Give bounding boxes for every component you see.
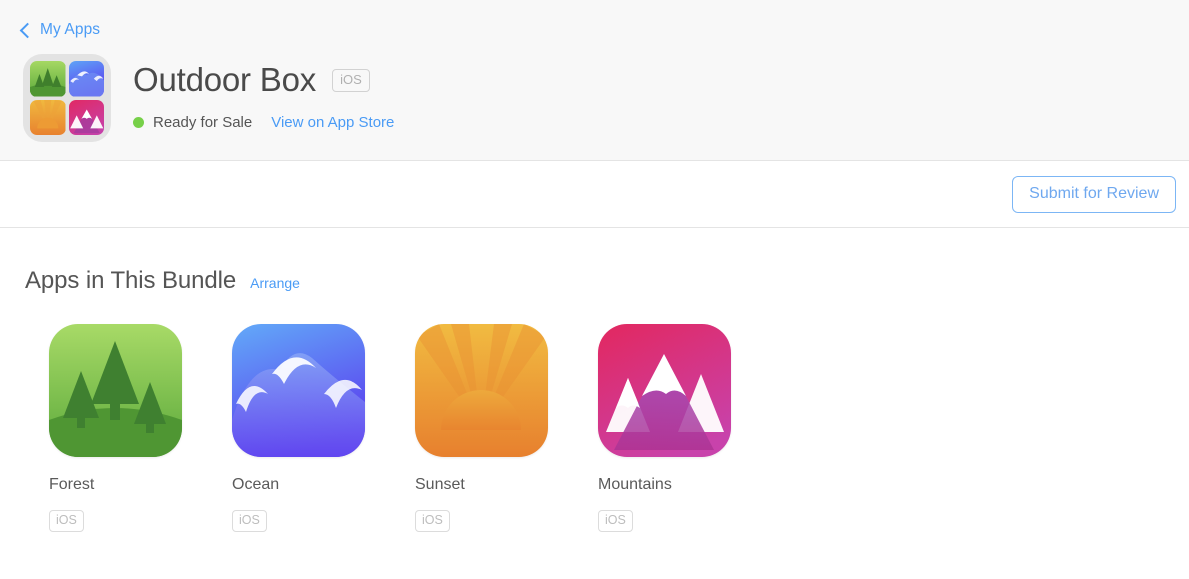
ocean-icon[interactable] — [232, 324, 365, 457]
app-name: Mountains — [598, 476, 672, 493]
bundle-mini-mountains-icon — [68, 99, 104, 135]
mountains-icon[interactable] — [598, 324, 731, 457]
app-name: Ocean — [232, 476, 280, 493]
bundle-grid-icon — [23, 54, 111, 142]
app-header: My Apps Outdoor Box iOS Ready for Sale V… — [0, 0, 1189, 161]
chevron-left-icon — [19, 22, 36, 39]
bundle-mini-forest-icon — [30, 61, 66, 97]
submit-for-review-button[interactable]: Submit for Review — [1012, 176, 1176, 213]
app-name: Forest — [49, 476, 95, 493]
app-platform-badge: iOS — [49, 510, 84, 532]
list-item: Ocean iOS — [232, 324, 365, 532]
app-identity: Outdoor Box iOS Ready for Sale View on A… — [133, 60, 394, 131]
bundle-content: Apps in This Bundle Arrange Forest iOS O… — [0, 229, 1189, 532]
section-title: Apps in This Bundle — [25, 267, 237, 294]
list-item: Sunset iOS — [415, 324, 548, 532]
app-platform-badge: iOS — [232, 510, 267, 532]
arrange-link[interactable]: Arrange — [250, 275, 300, 291]
breadcrumb-my-apps[interactable]: My Apps — [19, 21, 101, 39]
sunset-icon[interactable] — [415, 324, 548, 457]
app-name: Sunset — [415, 476, 465, 493]
breadcrumb-label: My Apps — [40, 21, 101, 38]
bundle-mini-ocean-icon — [68, 61, 104, 97]
bundle-apps-grid: Forest iOS Ocean iOS Sunset iOS Mountain… — [49, 324, 1189, 532]
page-title: Outdoor Box — [133, 61, 317, 98]
list-item: Forest iOS — [49, 324, 182, 532]
app-platform-badge: iOS — [415, 510, 450, 532]
status-badge: Ready for Sale — [153, 114, 253, 131]
action-toolbar: Submit for Review — [0, 162, 1189, 228]
view-on-app-store-link[interactable]: View on App Store — [271, 114, 394, 131]
status-dot-icon — [133, 117, 144, 128]
platform-badge: iOS — [332, 68, 370, 92]
forest-icon[interactable] — [49, 324, 182, 457]
app-platform-badge: iOS — [598, 510, 633, 532]
bundle-mini-sunset-icon — [30, 99, 66, 135]
section-header: Apps in This Bundle Arrange — [25, 267, 1189, 295]
list-item: Mountains iOS — [598, 324, 731, 532]
